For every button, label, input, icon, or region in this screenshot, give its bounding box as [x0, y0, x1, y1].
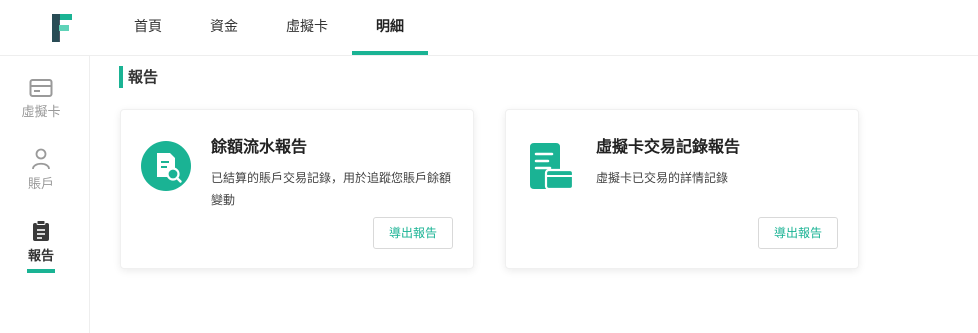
report-card-balance: 餘額流水報告 已結算的賬戶交易記錄，用於追蹤您賬戶餘額變動 導出報告	[120, 109, 474, 269]
card-description: 虛擬卡已交易的詳情記錄	[596, 171, 729, 185]
user-icon	[32, 148, 50, 170]
card-document-icon	[530, 143, 575, 191]
sidebar-item-label: 報告	[27, 249, 54, 264]
sidebar-item-virtual-card[interactable]: 虛擬卡	[0, 78, 82, 120]
sidebar: 虛擬卡 賬戶 報告	[0, 56, 90, 333]
export-report-button[interactable]: 導出報告	[373, 217, 453, 249]
document-search-icon	[141, 141, 191, 191]
report-card-virtual-card: 虛擬卡交易記錄報告 虛擬卡已交易的詳情記錄 導出報告	[505, 109, 859, 269]
sidebar-item-account[interactable]: 賬戶	[0, 148, 82, 192]
card-title: 餘額流水報告	[211, 137, 308, 156]
tab-home[interactable]: 首頁	[122, 0, 174, 56]
page-title: 報告	[128, 68, 159, 86]
sidebar-item-reports[interactable]: 報告	[0, 220, 82, 264]
card-description: 已結算的賬戶交易記錄，用於追蹤您賬戶餘額變動	[211, 171, 452, 207]
brand-logo-icon[interactable]	[52, 14, 72, 42]
section-accent-bar	[119, 66, 123, 88]
clipboard-icon	[33, 220, 49, 241]
tab-funds[interactable]: 資金	[198, 0, 250, 56]
tab-details[interactable]: 明細	[352, 0, 428, 56]
sidebar-item-label: 虛擬卡	[21, 105, 61, 120]
tab-virtual-card[interactable]: 虛擬卡	[276, 0, 338, 56]
card-title: 虛擬卡交易記錄報告	[596, 137, 741, 156]
active-tab-indicator	[352, 51, 428, 55]
active-sidebar-indicator	[27, 269, 55, 273]
card-icon	[29, 79, 53, 97]
export-report-button[interactable]: 導出報告	[758, 217, 838, 249]
top-navigation-bar: 首頁 資金 虛擬卡 明細	[0, 0, 978, 56]
sidebar-item-label: 賬戶	[27, 177, 54, 192]
